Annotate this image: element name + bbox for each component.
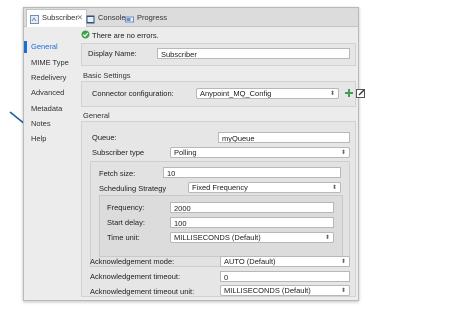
tab-subscriber[interactable]: Subscriber ✕ bbox=[26, 9, 87, 27]
scheduling-strategy-value: Fixed Frequency bbox=[192, 183, 248, 192]
connector-config-value: Anypoint_MQ_Config bbox=[200, 89, 272, 98]
ack-mode-label: Acknowledgement mode: bbox=[90, 257, 175, 266]
nav-item-redelivery[interactable]: Redelivery bbox=[31, 73, 66, 82]
properties-window: Subscriber ✕ Console Progress General MI… bbox=[23, 7, 365, 301]
chevron-updown-icon: ⬍ bbox=[340, 288, 346, 294]
subscriber-type-label: Subscriber type bbox=[92, 148, 145, 157]
status-message: There are no errors. bbox=[92, 31, 159, 40]
ack-timeout-label: Acknowledgement timeout: bbox=[90, 272, 181, 281]
tab-progress-label: Progress bbox=[137, 13, 168, 22]
progress-icon bbox=[125, 14, 134, 23]
tab-console[interactable]: Console bbox=[86, 10, 126, 26]
tab-console-label: Console bbox=[98, 13, 126, 22]
plus-icon[interactable] bbox=[344, 88, 354, 100]
queue-label: Queue: bbox=[92, 133, 117, 142]
ack-mode-value: AUTO (Default) bbox=[224, 257, 276, 266]
chevron-updown-icon: ⬍ bbox=[331, 185, 337, 191]
frequency-field[interactable]: 2000 bbox=[170, 202, 334, 213]
general-title: General bbox=[83, 111, 110, 120]
chevron-updown-icon: ⬍ bbox=[340, 150, 346, 156]
start-delay-field[interactable]: 100 bbox=[170, 217, 334, 228]
nav-item-metadata[interactable]: Metadata bbox=[31, 104, 62, 113]
nav-item-help[interactable]: Help bbox=[31, 134, 46, 143]
scheduling-strategy-select[interactable]: Fixed Frequency ⬍ bbox=[188, 182, 341, 193]
close-icon[interactable]: ✕ bbox=[77, 10, 83, 26]
nav-item-general[interactable]: General bbox=[31, 42, 58, 51]
basic-settings-title: Basic Settings bbox=[83, 71, 131, 80]
chevron-updown-icon: ⬍ bbox=[340, 259, 346, 265]
check-circle-icon bbox=[81, 30, 90, 41]
side-nav: General MIME Type Redelivery Advanced Me… bbox=[24, 27, 78, 300]
ack-timeout-unit-select[interactable]: MILLISECONDS (Default) ⬍ bbox=[220, 285, 350, 296]
subscriber-type-select[interactable]: Polling ⬍ bbox=[170, 147, 350, 158]
connector-config-select[interactable]: Anypoint_MQ_Config ⬍ bbox=[196, 88, 339, 99]
mule-icon bbox=[30, 14, 39, 24]
ack-timeout-field[interactable]: 0 bbox=[220, 271, 350, 282]
connector-config-label: Connector configuration: bbox=[92, 89, 174, 98]
nav-item-mime-type[interactable]: MIME Type bbox=[31, 58, 69, 67]
time-unit-value: MILLISECONDS (Default) bbox=[174, 233, 261, 242]
ack-mode-select[interactable]: AUTO (Default) ⬍ bbox=[220, 256, 350, 267]
fetch-size-field[interactable]: 10 bbox=[163, 167, 341, 178]
nav-active-indicator bbox=[24, 41, 27, 53]
ack-timeout-unit-value: MILLISECONDS (Default) bbox=[224, 286, 311, 295]
tab-subscriber-label: Subscriber bbox=[42, 13, 78, 22]
scheduling-strategy-label: Scheduling Strategy bbox=[99, 184, 167, 193]
display-name-field[interactable]: Subscriber bbox=[157, 48, 350, 59]
chevron-updown-icon: ⬍ bbox=[324, 235, 330, 241]
display-name-label: Display Name: bbox=[88, 49, 137, 58]
ack-timeout-unit-label: Acknowledgement timeout unit: bbox=[90, 287, 195, 296]
chevron-updown-icon: ⬍ bbox=[329, 91, 335, 97]
time-unit-label: Time unit: bbox=[107, 233, 140, 242]
time-unit-select[interactable]: MILLISECONDS (Default) ⬍ bbox=[170, 232, 334, 243]
fetch-size-label: Fetch size: bbox=[99, 169, 136, 178]
subscriber-type-value: Polling bbox=[174, 148, 197, 157]
tab-bar: Subscriber ✕ Console Progress bbox=[24, 8, 358, 27]
nav-item-advanced[interactable]: Advanced bbox=[31, 88, 64, 97]
edit-icon[interactable] bbox=[356, 88, 366, 100]
console-icon bbox=[86, 14, 95, 24]
nav-item-notes[interactable]: Notes bbox=[31, 119, 51, 128]
queue-field[interactable]: myQueue bbox=[218, 132, 350, 143]
start-delay-label: Start delay: bbox=[107, 218, 145, 227]
content-panel: There are no errors. Display Name: Subsc… bbox=[78, 27, 365, 300]
tab-progress[interactable]: Progress bbox=[125, 10, 167, 26]
frequency-label: Frequency: bbox=[107, 203, 145, 212]
